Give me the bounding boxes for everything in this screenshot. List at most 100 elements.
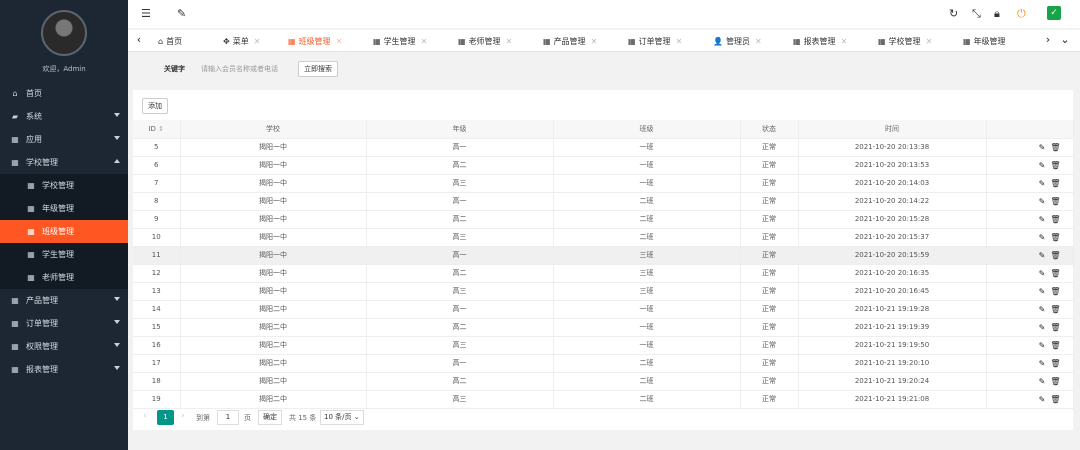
delete-icon[interactable]: 🗑︎ bbox=[1050, 197, 1060, 206]
menu-toggle-icon[interactable]: ☰ bbox=[141, 7, 151, 20]
tab-grade-tab[interactable]: ▦ 年级管理 bbox=[963, 33, 1006, 50]
close-icon[interactable]: ✕ bbox=[591, 37, 598, 46]
edit-icon[interactable]: ✎ bbox=[1039, 305, 1046, 314]
tab-home[interactable]: ⌂ 首页 bbox=[158, 33, 182, 50]
close-icon[interactable]: ✕ bbox=[506, 37, 513, 46]
delete-icon[interactable]: 🗑︎ bbox=[1050, 377, 1060, 386]
tab-student-tab[interactable]: ▦ 学生管理 ✕ bbox=[373, 33, 427, 50]
delete-icon[interactable]: 🗑︎ bbox=[1050, 269, 1060, 278]
edit-icon[interactable]: ✎ bbox=[1039, 359, 1046, 368]
sidebar-item-product[interactable]: ▦ 产品管理 bbox=[0, 289, 128, 312]
current-page[interactable]: 1 bbox=[157, 410, 174, 425]
power-icon[interactable]: ⏻ bbox=[1017, 7, 1026, 21]
delete-icon[interactable]: 🗑︎ bbox=[1050, 179, 1060, 188]
goto-button[interactable]: 确定 bbox=[258, 410, 282, 425]
edit-icon[interactable]: ✎ bbox=[1039, 251, 1046, 260]
table-row[interactable]: 5 揭阳一中 高一 一班 正常 2021-10-20 20:13:38 ✎ 🗑︎ bbox=[133, 138, 1074, 157]
delete-icon[interactable]: 🗑︎ bbox=[1050, 161, 1060, 170]
close-icon[interactable]: ✕ bbox=[421, 37, 428, 46]
tab-school-tab[interactable]: ▦ 学校管理 ✕ bbox=[878, 33, 932, 50]
tab-teacher-tab[interactable]: ▦ 老师管理 ✕ bbox=[458, 33, 512, 50]
sidebar-item-grade[interactable]: ▦ 年级管理 bbox=[0, 197, 128, 220]
close-icon[interactable]: ✕ bbox=[926, 37, 933, 46]
delete-icon[interactable]: 🗑︎ bbox=[1050, 341, 1060, 350]
add-button[interactable]: 添加 bbox=[142, 98, 168, 114]
sidebar-item-report[interactable]: ▦ 报表管理 bbox=[0, 358, 128, 381]
page-input[interactable]: 1 bbox=[217, 410, 239, 425]
edit-icon[interactable]: ✎ bbox=[1039, 395, 1046, 404]
delete-icon[interactable]: 🗑︎ bbox=[1050, 359, 1060, 368]
sidebar-item-school-admin[interactable]: ▦ 学校管理 bbox=[0, 151, 128, 174]
sidebar-item-permission[interactable]: ▦ 权限管理 bbox=[0, 335, 128, 358]
edit-icon[interactable]: ✎ bbox=[1039, 323, 1046, 332]
edit-icon[interactable]: ✎ bbox=[1039, 143, 1046, 152]
delete-icon[interactable]: 🗑︎ bbox=[1050, 305, 1060, 314]
table-row[interactable]: 7 揭阳一中 高三 一班 正常 2021-10-20 20:14:03 ✎ 🗑︎ bbox=[133, 174, 1074, 193]
table-row[interactable]: 12 揭阳一中 高二 三班 正常 2021-10-20 20:16:35 ✎ 🗑︎ bbox=[133, 264, 1074, 283]
table-row[interactable]: 13 揭阳一中 高三 三班 正常 2021-10-20 20:16:45 ✎ 🗑︎ bbox=[133, 282, 1074, 301]
table-row[interactable]: 8 揭阳一中 高一 二班 正常 2021-10-20 20:14:22 ✎ 🗑︎ bbox=[133, 192, 1074, 211]
edit-icon[interactable]: ✎ bbox=[1039, 179, 1046, 188]
delete-icon[interactable]: 🗑︎ bbox=[1050, 215, 1060, 224]
tab-user[interactable]: 👤 管理员 ✕ bbox=[713, 33, 762, 50]
edit-icon[interactable]: ✎ bbox=[1039, 341, 1046, 350]
table-row[interactable]: 15 揭阳二中 高二 一班 正常 2021-10-21 19:19:39 ✎ 🗑︎ bbox=[133, 318, 1074, 337]
edit-icon[interactable]: ✎ bbox=[1039, 287, 1046, 296]
next-page-icon[interactable]: › bbox=[181, 411, 185, 421]
tab-menu[interactable]: ✥ 菜单 ✕ bbox=[223, 33, 260, 50]
sidebar-item-student[interactable]: ▦ 学生管理 bbox=[0, 243, 128, 266]
column-header[interactable]: ID ⇕ bbox=[133, 120, 181, 139]
sidebar-item-class[interactable]: ▦ 班级管理 bbox=[0, 220, 128, 243]
table-row[interactable]: 6 揭阳一中 高二 一班 正常 2021-10-20 20:13:53 ✎ 🗑︎ bbox=[133, 156, 1074, 175]
search-button[interactable]: 立即搜索 bbox=[298, 61, 338, 77]
edit-icon[interactable]: ✎ bbox=[1039, 197, 1046, 206]
fullscreen-icon[interactable]: ⤡ bbox=[972, 7, 981, 21]
tab-product-tab[interactable]: ▦ 产品管理 ✕ bbox=[543, 33, 597, 50]
delete-icon[interactable]: 🗑︎ bbox=[1050, 395, 1060, 404]
tab-class-tab[interactable]: ▦ 班级管理 ✕ bbox=[288, 33, 342, 50]
page-size-select[interactable]: 10 条/页 ⌄ bbox=[320, 410, 364, 425]
search-input[interactable] bbox=[201, 61, 295, 77]
delete-icon[interactable]: 🗑︎ bbox=[1050, 143, 1060, 152]
sidebar-item-system[interactable]: ▰ 系统 bbox=[0, 105, 128, 128]
lock-icon[interactable]: 🔒︎ bbox=[994, 7, 1000, 21]
broom-icon[interactable]: ✎ bbox=[177, 7, 186, 20]
check-icon[interactable]: ✓ bbox=[1047, 6, 1061, 20]
edit-icon[interactable]: ✎ bbox=[1039, 269, 1046, 278]
table-row[interactable]: 18 揭阳二中 高二 二班 正常 2021-10-21 19:20:24 ✎ 🗑︎ bbox=[133, 372, 1074, 391]
edit-icon[interactable]: ✎ bbox=[1039, 161, 1046, 170]
close-icon[interactable]: ✕ bbox=[676, 37, 683, 46]
close-icon[interactable]: ✕ bbox=[841, 37, 848, 46]
edit-icon[interactable]: ✎ bbox=[1039, 233, 1046, 242]
table-row[interactable]: 17 揭阳二中 高一 二班 正常 2021-10-21 19:20:10 ✎ 🗑︎ bbox=[133, 354, 1074, 373]
table-row[interactable]: 10 揭阳一中 高三 二班 正常 2021-10-20 20:15:37 ✎ 🗑︎ bbox=[133, 228, 1074, 247]
avatar[interactable] bbox=[41, 10, 87, 56]
close-icon[interactable]: ✕ bbox=[254, 37, 261, 46]
tab-next-icon[interactable]: › bbox=[1041, 33, 1055, 46]
sidebar-item-order[interactable]: ▦ 订单管理 bbox=[0, 312, 128, 335]
sidebar-item-school[interactable]: ▦ 学校管理 bbox=[0, 174, 128, 197]
refresh-icon[interactable]: ↻ bbox=[949, 7, 958, 20]
close-icon[interactable]: ✕ bbox=[755, 37, 762, 46]
close-icon[interactable]: ✕ bbox=[336, 37, 343, 46]
table-row[interactable]: 16 揭阳二中 高三 一班 正常 2021-10-21 19:19:50 ✎ 🗑︎ bbox=[133, 336, 1074, 355]
sidebar-item-home[interactable]: ⌂ 首页 bbox=[0, 82, 128, 105]
sidebar-item-teacher[interactable]: ▦ 老师管理 bbox=[0, 266, 128, 289]
prev-page-icon[interactable]: ‹ bbox=[143, 411, 147, 421]
tab-prev-icon[interactable]: ‹ bbox=[132, 33, 146, 46]
table-row[interactable]: 19 揭阳二中 高三 二班 正常 2021-10-21 19:21:08 ✎ 🗑︎ bbox=[133, 390, 1074, 409]
sort-icon[interactable]: ⇕ bbox=[156, 125, 164, 133]
tab-order-tab[interactable]: ▦ 订单管理 ✕ bbox=[628, 33, 682, 50]
delete-icon[interactable]: 🗑︎ bbox=[1050, 323, 1060, 332]
edit-icon[interactable]: ✎ bbox=[1039, 377, 1046, 386]
table-row[interactable]: 14 揭阳二中 高一 一班 正常 2021-10-21 19:19:28 ✎ 🗑︎ bbox=[133, 300, 1074, 319]
table-row[interactable]: 11 揭阳一中 高一 三班 正常 2021-10-20 20:15:59 ✎ 🗑︎ bbox=[133, 246, 1074, 265]
delete-icon[interactable]: 🗑︎ bbox=[1050, 287, 1060, 296]
edit-icon[interactable]: ✎ bbox=[1039, 215, 1046, 224]
delete-icon[interactable]: 🗑︎ bbox=[1050, 233, 1060, 242]
tab-menu-icon[interactable]: ⌄ bbox=[1058, 33, 1072, 46]
table-row[interactable]: 9 揭阳一中 高二 二班 正常 2021-10-20 20:15:28 ✎ 🗑︎ bbox=[133, 210, 1074, 229]
delete-icon[interactable]: 🗑︎ bbox=[1050, 251, 1060, 260]
tab-report-tab[interactable]: ▦ 报表管理 ✕ bbox=[793, 33, 847, 50]
sidebar-item-app[interactable]: ▦ 应用 bbox=[0, 128, 128, 151]
